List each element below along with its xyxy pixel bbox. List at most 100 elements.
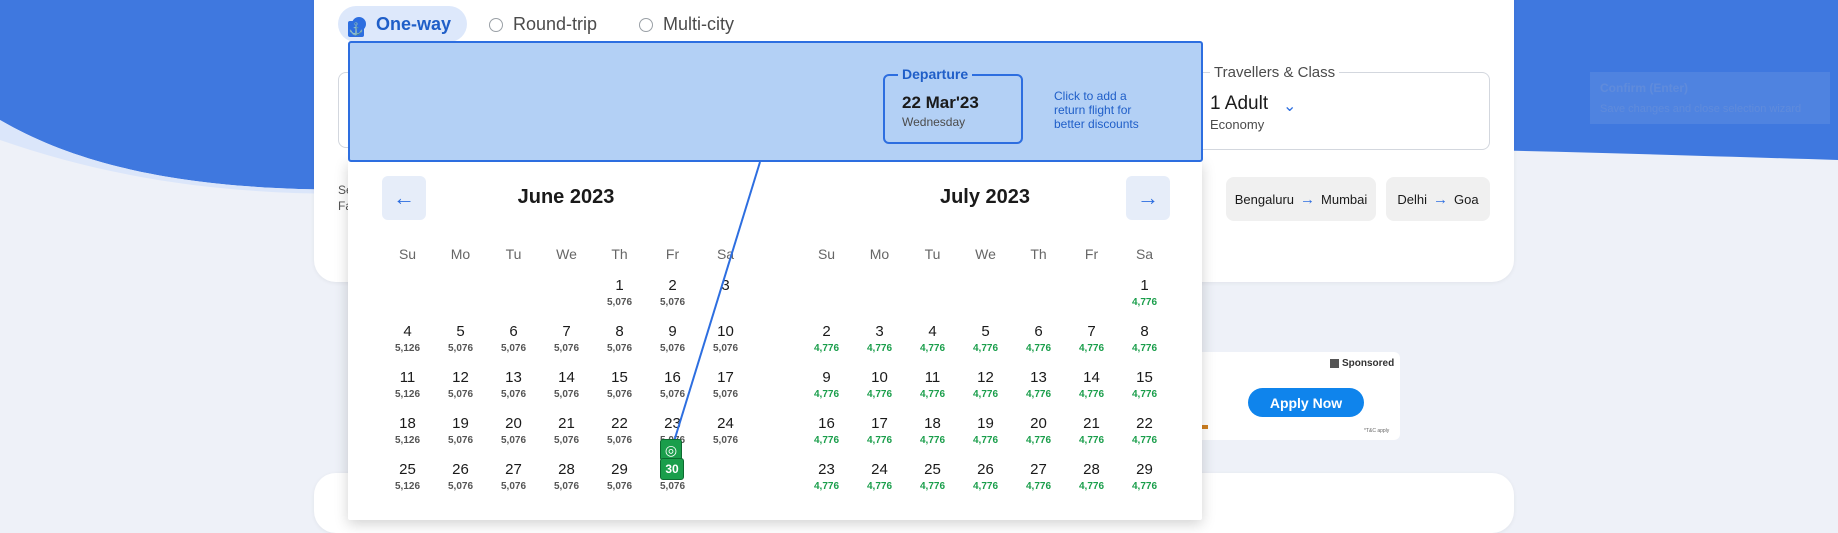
- calendar-day[interactable]: 4 4,776: [906, 322, 959, 368]
- day-number: 12: [977, 369, 994, 386]
- route-to: Goa: [1454, 191, 1479, 207]
- day-number: 16: [818, 415, 835, 432]
- calendar-day[interactable]: 14 5,076: [540, 368, 593, 414]
- calendar-day[interactable]: 15 5,076: [593, 368, 646, 414]
- calendar-day[interactable]: 21 4,776: [1065, 414, 1118, 460]
- weekday-header: Th: [1030, 246, 1047, 262]
- day-fare: 4,776: [919, 481, 946, 492]
- day-number: 24: [871, 461, 888, 478]
- calendar-day[interactable]: 1 5,076: [593, 276, 646, 322]
- day-number: 7: [1087, 323, 1096, 340]
- trip-type-multi-city[interactable]: Multi-city: [639, 14, 734, 35]
- calendar-day[interactable]: 18 5,126: [381, 414, 434, 460]
- calendar-day[interactable]: 20 4,776: [1012, 414, 1065, 460]
- trip-type-round-trip[interactable]: Round-trip: [489, 14, 597, 35]
- calendar-day[interactable]: 1 4,776: [1118, 276, 1171, 322]
- calendar-day[interactable]: 9 4,776: [800, 368, 853, 414]
- calendar-day[interactable]: 26 5,076: [434, 460, 487, 506]
- calendar-day[interactable]: 2 4,776: [800, 322, 853, 368]
- cursor-marker-icon: 30: [660, 458, 684, 480]
- calendar-day[interactable]: 7 4,776: [1065, 322, 1118, 368]
- calendar-day[interactable]: 13 4,776: [1012, 368, 1065, 414]
- calendar-day[interactable]: 17 4,776: [853, 414, 906, 460]
- calendar-day[interactable]: 12 4,776: [959, 368, 1012, 414]
- calendar-day[interactable]: 4 5,126: [381, 322, 434, 368]
- previous-month-button[interactable]: ←: [382, 176, 426, 220]
- day-fare: 5,076: [553, 435, 580, 446]
- calendar-day[interactable]: 5 4,776: [959, 322, 1012, 368]
- calendar-day[interactable]: 20 5,076: [487, 414, 540, 460]
- trip-type-label: Multi-city: [663, 14, 734, 34]
- day-fare: 5,076: [606, 297, 633, 308]
- trip-type-label: Round-trip: [513, 14, 598, 34]
- sponsored-text: Sponsored: [1342, 358, 1395, 369]
- confirm-toast[interactable]: [1590, 72, 1830, 124]
- calendar-day[interactable]: 22 5,076: [593, 414, 646, 460]
- calendar-day[interactable]: 5 5,076: [434, 322, 487, 368]
- day-fare: 4,776: [919, 343, 946, 354]
- route-to: Mumbai: [1321, 191, 1368, 207]
- calendar-day[interactable]: 9 5,076: [646, 322, 699, 368]
- calendar-day[interactable]: 26 4,776: [959, 460, 1012, 506]
- radio-icon: [489, 17, 503, 32]
- calendar-day[interactable]: 29 4,776: [1118, 460, 1171, 506]
- calendar-day[interactable]: 11 5,126: [381, 368, 434, 414]
- calendar-day[interactable]: 24 5,076: [699, 414, 752, 460]
- calendar-day[interactable]: 6 4,776: [1012, 322, 1065, 368]
- calendar-day[interactable]: 3: [699, 276, 752, 322]
- calendar-day[interactable]: 16 5,076: [646, 368, 699, 414]
- calendar-day[interactable]: 28 4,776: [1065, 460, 1118, 506]
- calendar-day[interactable]: 19 5,076: [434, 414, 487, 460]
- calendar-day[interactable]: 29 5,076: [593, 460, 646, 506]
- day-number: 23: [818, 461, 835, 478]
- day-number: 22: [611, 415, 628, 432]
- day-fare: 4,776: [813, 389, 840, 400]
- toast-subtitle: Save changes and close selection wizard: [1600, 103, 1802, 115]
- day-fare: 5,126: [394, 435, 421, 446]
- day-fare: 4,776: [1078, 389, 1105, 400]
- calendar-day[interactable]: 8 5,076: [593, 322, 646, 368]
- calendar-day[interactable]: 12 5,076: [434, 368, 487, 414]
- calendar-day[interactable]: 27 4,776: [1012, 460, 1065, 506]
- day-number: 18: [399, 415, 416, 432]
- day-fare: 5,076: [553, 389, 580, 400]
- calendar-day[interactable]: 13 5,076: [487, 368, 540, 414]
- calendar-day[interactable]: 22 4,776: [1118, 414, 1171, 460]
- chevron-down-icon[interactable]: ⌄: [1283, 96, 1296, 116]
- calendar-day[interactable]: 27 5,076: [487, 460, 540, 506]
- next-month-button[interactable]: →: [1126, 176, 1170, 220]
- calendar-day[interactable]: 15 4,776: [1118, 368, 1171, 414]
- calendar-day[interactable]: 6 5,076: [487, 322, 540, 368]
- calendar-day[interactable]: 10 5,076: [699, 322, 752, 368]
- calendar-day[interactable]: 23 4,776: [800, 460, 853, 506]
- day-fare: 4,776: [1025, 389, 1052, 400]
- calendar-day[interactable]: 28 5,076: [540, 460, 593, 506]
- calendar-day[interactable]: 3 4,776: [853, 322, 906, 368]
- day-fare: 5,076: [553, 343, 580, 354]
- calendar-day[interactable]: 19 4,776: [959, 414, 1012, 460]
- recent-route-chip[interactable]: Delhi → Goa: [1386, 177, 1490, 221]
- calendar-day[interactable]: 7 5,076: [540, 322, 593, 368]
- calendar-day[interactable]: 24 4,776: [853, 460, 906, 506]
- calendar-day[interactable]: 17 5,076: [699, 368, 752, 414]
- day-fare: 4,776: [866, 389, 893, 400]
- calendar-day[interactable]: 14 4,776: [1065, 368, 1118, 414]
- day-number: 17: [871, 415, 888, 432]
- calendar-day[interactable]: 21 5,076: [540, 414, 593, 460]
- day-number: 28: [558, 461, 575, 478]
- day-fare: 4,776: [1131, 297, 1158, 308]
- calendar-day[interactable]: 2 5,076: [646, 276, 699, 322]
- apply-now-button[interactable]: Apply Now: [1248, 388, 1364, 417]
- calendar-day[interactable]: 25 5,126: [381, 460, 434, 506]
- calendar-day[interactable]: 16 4,776: [800, 414, 853, 460]
- calendar-day[interactable]: 10 4,776: [853, 368, 906, 414]
- calendar-day[interactable]: 11 4,776: [906, 368, 959, 414]
- calendar-day[interactable]: 25 4,776: [906, 460, 959, 506]
- weekday-header: We: [975, 246, 996, 262]
- day-fare: 4,776: [1078, 435, 1105, 446]
- calendar-day[interactable]: 8 4,776: [1118, 322, 1171, 368]
- recent-route-chip[interactable]: Bengaluru → Mumbai: [1226, 177, 1376, 221]
- return-flight-hint[interactable]: Click to add a return flight for better …: [1054, 89, 1154, 131]
- calendar-day[interactable]: 18 4,776: [906, 414, 959, 460]
- day-fare: 4,776: [1025, 481, 1052, 492]
